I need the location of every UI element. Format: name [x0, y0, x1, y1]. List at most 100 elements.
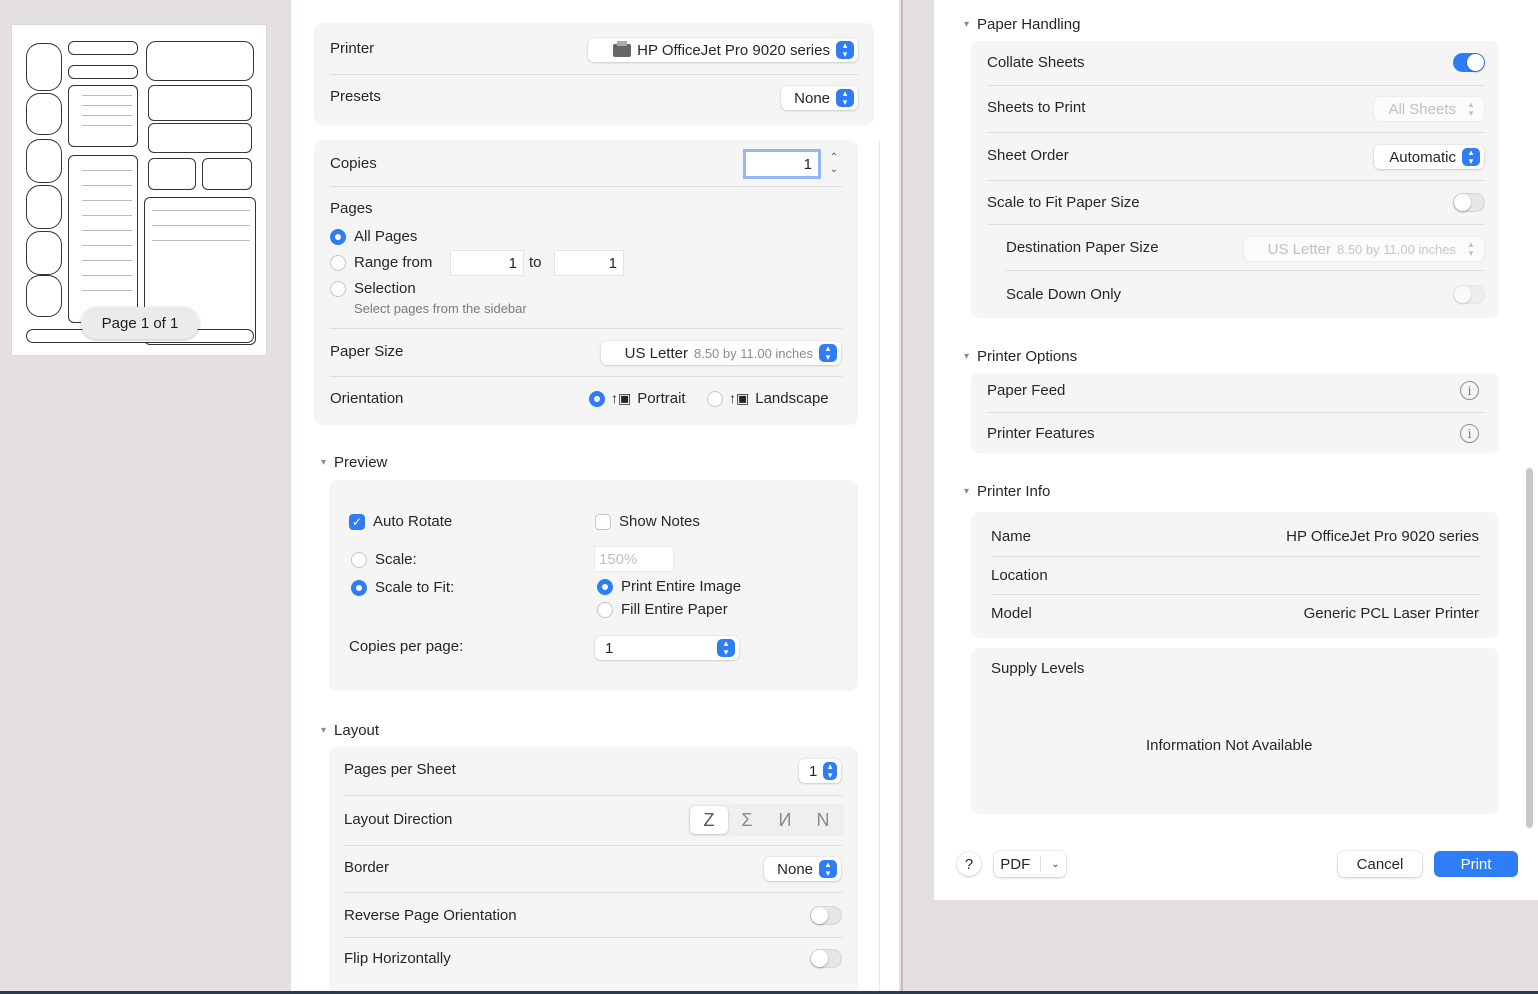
- scale-to-fit-paper-toggle[interactable]: [1453, 193, 1485, 212]
- popup-stepper-icon: ▴ ▾: [819, 860, 837, 878]
- range-end-input[interactable]: 1: [555, 251, 623, 275]
- scale-to-fit-paper-label: Scale to Fit Paper Size: [987, 194, 1140, 211]
- auto-rotate-option[interactable]: ✓ Auto Rotate: [349, 513, 452, 530]
- supply-levels-label: Supply Levels: [991, 660, 1085, 677]
- copies-stepper[interactable]: ⌃ ⌄: [827, 152, 841, 178]
- scale-to-fit-radio[interactable]: [351, 579, 367, 596]
- portrait-icon: ↑▣: [611, 390, 632, 406]
- cancel-button[interactable]: Cancel: [1338, 851, 1422, 877]
- paper-size-label: Paper Size: [330, 343, 404, 360]
- pages-label: Pages: [330, 200, 373, 217]
- pdf-menu-button[interactable]: PDF ⌄: [994, 851, 1066, 877]
- printer-features-info-icon[interactable]: i: [1460, 424, 1479, 443]
- print-button[interactable]: Print: [1434, 851, 1518, 877]
- printer-label: Printer: [330, 40, 375, 57]
- direction-z-option[interactable]: Z: [690, 806, 728, 834]
- presets-label: Presets: [330, 88, 381, 105]
- popup-stepper-icon: ▴ ▾: [819, 344, 837, 362]
- layout-direction-control[interactable]: Z Σ И N: [688, 804, 844, 836]
- sheet-order-popup[interactable]: Automatic ▴ ▾: [1374, 145, 1484, 169]
- reverse-orientation-label: Reverse Page Orientation: [344, 907, 517, 924]
- popup-stepper-icon: ▴ ▾: [836, 41, 854, 59]
- printer-info-section-header[interactable]: ▾ Printer Info: [964, 483, 1050, 500]
- printer-features-label: Printer Features: [987, 425, 1095, 442]
- print-entire-image-radio[interactable]: [597, 578, 613, 595]
- collate-sheets-label: Collate Sheets: [987, 54, 1085, 71]
- orientation-label: Orientation: [330, 390, 404, 407]
- printer-model-value: Generic PCL Laser Printer: [1303, 605, 1479, 622]
- flip-horizontally-toggle[interactable]: [810, 949, 842, 968]
- copies-per-page-label: Copies per page:: [349, 638, 464, 655]
- sheets-to-print-popup[interactable]: All Sheets ▴ ▾: [1374, 97, 1484, 121]
- fill-entire-paper-option[interactable]: Fill Entire Paper: [597, 601, 728, 618]
- scale-down-only-toggle[interactable]: [1453, 285, 1485, 304]
- printer-name-label: Name: [991, 528, 1032, 545]
- direction-n-option[interactable]: N: [804, 806, 842, 834]
- print-entire-image-option[interactable]: Print Entire Image: [597, 578, 741, 595]
- chevron-down-icon: ▾: [964, 19, 970, 30]
- range-to-label: to: [529, 254, 542, 271]
- printer-name-value: HP OfficeJet Pro 9020 series: [1286, 528, 1479, 545]
- selection-hint: Select pages from the sidebar: [354, 301, 527, 316]
- all-pages-option[interactable]: All Pages: [330, 228, 417, 245]
- border-popup[interactable]: None ▴ ▾: [764, 857, 841, 881]
- range-radio[interactable]: [330, 254, 346, 271]
- fill-entire-paper-radio[interactable]: [597, 601, 613, 618]
- scale-input[interactable]: 150%: [595, 547, 673, 571]
- print-settings-right-panel: ▾ Paper Handling Collate Sheets Sheets t…: [934, 0, 1538, 900]
- chevron-down-icon: ⌄: [1051, 858, 1060, 870]
- collate-sheets-toggle[interactable]: [1453, 53, 1485, 72]
- landscape-radio[interactable]: [707, 390, 723, 407]
- auto-rotate-checkbox[interactable]: ✓: [349, 513, 365, 530]
- layout-section-header[interactable]: ▾ Layout: [321, 722, 379, 739]
- all-pages-radio[interactable]: [330, 228, 346, 245]
- show-notes-option[interactable]: Show Notes: [595, 513, 700, 530]
- direction-reverse-n-option[interactable]: И: [766, 806, 804, 834]
- popup-stepper-icon: ▴ ▾: [1468, 99, 1474, 118]
- supply-levels-status: Information Not Available: [1146, 737, 1313, 754]
- paper-size-dims: 8.50 by 11.00 inches: [693, 345, 813, 361]
- scale-radio[interactable]: [351, 551, 367, 568]
- printer-popup[interactable]: HP OfficeJet Pro 9020 series ▴ ▾: [588, 38, 858, 62]
- printer-value: HP OfficeJet Pro 9020 series: [637, 41, 830, 59]
- printer-location-label: Location: [991, 567, 1048, 584]
- paper-size-value: US Letter: [624, 344, 688, 362]
- sheets-to-print-label: Sheets to Print: [987, 99, 1086, 116]
- pages-per-sheet-popup[interactable]: 1 ▴ ▾: [799, 759, 841, 783]
- popup-stepper-icon: ▴ ▾: [1462, 148, 1480, 166]
- reverse-orientation-toggle[interactable]: [810, 906, 842, 925]
- range-option[interactable]: Range from: [330, 254, 432, 271]
- printer-options-section-header[interactable]: ▾ Printer Options: [964, 348, 1077, 365]
- flip-horizontally-label: Flip Horizontally: [344, 950, 451, 967]
- right-panel-scrollbar[interactable]: [1526, 468, 1533, 828]
- portrait-option[interactable]: ↑▣ Portrait: [589, 390, 686, 407]
- scale-to-fit-option[interactable]: Scale to Fit:: [351, 579, 454, 596]
- popup-stepper-icon: ▴ ▾: [717, 639, 735, 657]
- scale-option[interactable]: Scale:: [351, 551, 417, 568]
- show-notes-checkbox[interactable]: [595, 513, 611, 530]
- preview-section-header[interactable]: ▾ Preview: [321, 454, 387, 471]
- paper-feed-label: Paper Feed: [987, 382, 1066, 399]
- copies-input[interactable]: 1: [746, 152, 818, 176]
- selection-radio[interactable]: [330, 280, 346, 297]
- chevron-down-icon: ▾: [321, 457, 327, 468]
- destination-paper-size-popup[interactable]: US Letter 8.50 by 11.00 inches ▴ ▾: [1244, 237, 1484, 261]
- print-settings-left-panel: Printer HP OfficeJet Pro 9020 series ▴ ▾ …: [291, 0, 899, 994]
- copies-per-page-popup[interactable]: 1 ▴ ▾: [595, 636, 739, 660]
- panel-gap: [899, 0, 934, 994]
- landscape-option[interactable]: ↑▣ Landscape: [707, 390, 829, 407]
- selection-option[interactable]: Selection: [330, 280, 416, 297]
- range-start-input[interactable]: 1: [451, 251, 523, 275]
- portrait-radio[interactable]: [589, 390, 605, 407]
- help-button[interactable]: ?: [957, 852, 981, 876]
- copies-label: Copies: [330, 155, 377, 172]
- popup-stepper-icon: ▴ ▾: [823, 762, 837, 780]
- direction-sigma-option[interactable]: Σ: [728, 806, 766, 834]
- page-indicator: Page 1 of 1: [81, 307, 199, 339]
- paper-size-popup[interactable]: US Letter 8.50 by 11.00 inches ▴ ▾: [601, 341, 841, 365]
- paper-handling-section-header[interactable]: ▾ Paper Handling: [964, 16, 1080, 33]
- paper-feed-info-icon[interactable]: i: [1460, 381, 1479, 400]
- background-area: [903, 900, 1538, 994]
- scale-down-only-label: Scale Down Only: [1006, 286, 1122, 303]
- presets-popup[interactable]: None ▴ ▾: [781, 86, 858, 110]
